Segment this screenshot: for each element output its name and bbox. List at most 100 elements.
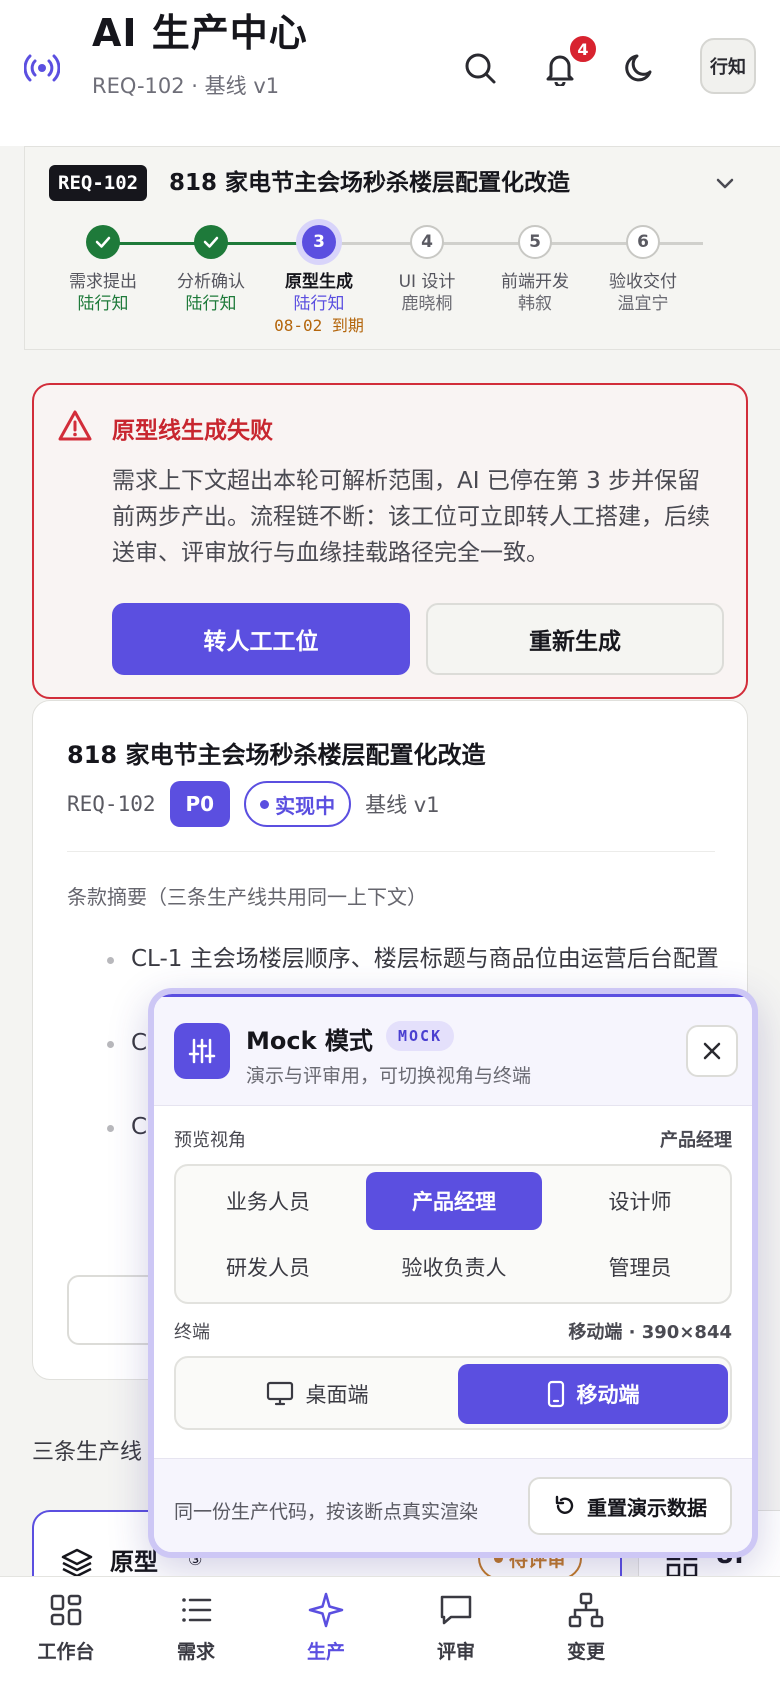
step-5[interactable]: 5 前端开发 韩叙	[475, 217, 595, 315]
role-option-designer[interactable]: 设计师	[552, 1172, 728, 1230]
check-icon	[86, 225, 120, 259]
status-badge: 实现中	[244, 781, 352, 827]
nav-label: 变更	[566, 1641, 605, 1663]
monitor-icon	[266, 1381, 293, 1406]
step-number: 4	[410, 225, 444, 259]
step-3[interactable]: 3 原型生成 陆行知 08-02 到期	[259, 217, 379, 337]
step-owner: 温宜宁	[617, 294, 669, 314]
dashboard-icon	[50, 1594, 82, 1626]
step-name: UI 设计	[398, 272, 456, 292]
nav-item-requirements[interactable]: 需求	[146, 1591, 246, 1664]
mock-badge: MOCK	[386, 1021, 455, 1051]
warning-icon	[58, 410, 92, 441]
close-icon	[703, 1042, 721, 1060]
step-owner: 陆行知	[185, 294, 237, 314]
search-icon	[465, 53, 496, 84]
nav-label: 评审	[436, 1641, 475, 1663]
view-section-value: 产品经理	[660, 1130, 732, 1151]
step-1[interactable]: 需求提出 陆行知	[43, 217, 163, 315]
role-option-business[interactable]: 业务人员	[180, 1172, 356, 1230]
divider	[67, 851, 715, 852]
terminal-option-mobile[interactable]: 移动端	[458, 1364, 728, 1424]
requirement-code-chip: REQ-102	[49, 165, 148, 201]
step-2[interactable]: 分析确认 陆行知	[151, 217, 271, 315]
step-name: 前端开发	[501, 272, 569, 292]
theme-toggle-button[interactable]	[614, 42, 666, 94]
mock-panel-header: Mock 模式 MOCK 演示与评审用，可切换视角与终端	[154, 994, 752, 1106]
nav-label: 工作台	[37, 1641, 95, 1663]
mock-panel-footer: 同一份生产代码，按该断点真实渲染 重置演示数据	[154, 1458, 752, 1552]
prototype-line-title: 原型	[110, 1548, 158, 1576]
regenerate-button[interactable]: 重新生成	[426, 603, 724, 675]
nav-item-production[interactable]: 生产	[276, 1591, 376, 1664]
role-option-admin[interactable]: 管理员	[552, 1238, 728, 1296]
role-option-product[interactable]: 产品经理	[366, 1172, 542, 1230]
mock-subtitle: 演示与评审用，可切换视角与终端	[246, 1065, 532, 1087]
footer-hint: 同一份生产代码，按该断点真实渲染	[174, 1501, 479, 1523]
notification-badge: 4	[568, 34, 598, 64]
step-name: 需求提出	[69, 272, 137, 292]
terminal-option-label: 桌面端	[305, 1383, 369, 1407]
nav-label: 生产	[306, 1641, 345, 1663]
terminal-option-label: 移动端	[576, 1383, 640, 1407]
role-option-developer[interactable]: 研发人员	[180, 1238, 356, 1296]
baseline-label: 基线 v1	[365, 793, 440, 817]
step-owner: 韩叙	[518, 294, 552, 314]
chevron-down-icon[interactable]	[713, 171, 737, 195]
generation-error-card: 原型线生成失败 需求上下文超出本轮可解析范围，AI 已停在第 3 步并保留前两步…	[32, 383, 748, 699]
detail-title: 818 家电节主会场秒杀楼层配置化改造	[67, 741, 486, 769]
manual-station-button[interactable]: 转人工工位	[112, 603, 410, 675]
app-header: AI 生产中心 REQ-102 · 基线 v1 4 行知	[0, 0, 780, 146]
step-number: 3	[302, 225, 336, 259]
terminal-section-label: 终端	[174, 1322, 210, 1343]
bottom-navigation: 工作台 需求 生产 评审 变更	[0, 1576, 780, 1688]
step-name: 原型生成	[285, 272, 353, 292]
page-subtitle: REQ-102 · 基线 v1	[92, 74, 280, 98]
status-text: 实现中	[275, 793, 336, 818]
workflow-stepper: 需求提出 陆行知 分析确认 陆行知 3 原型生成 陆行知 08-02 到期 4 …	[25, 217, 780, 347]
check-icon	[194, 225, 228, 259]
nav-item-dashboard[interactable]: 工作台	[16, 1591, 116, 1664]
nav-item-review[interactable]: 评审	[406, 1591, 506, 1664]
nav-label: 需求	[176, 1641, 215, 1663]
nav-item-changes[interactable]: 变更	[536, 1591, 636, 1664]
broadcast-icon	[24, 54, 60, 82]
step-4[interactable]: 4 UI 设计 鹿晓桐	[367, 217, 487, 315]
tree-icon	[568, 1592, 604, 1628]
terminal-selector: 桌面端 移动端	[174, 1356, 732, 1430]
step-number: 5	[518, 225, 552, 259]
terminal-option-desktop[interactable]: 桌面端	[182, 1364, 452, 1424]
terminal-section-value: 移动端 · 390×844	[568, 1322, 732, 1343]
phone-icon	[547, 1380, 564, 1408]
avatar[interactable]: 行知	[700, 38, 756, 94]
priority-badge: P0	[169, 781, 231, 827]
mock-title: Mock 模式	[246, 1027, 373, 1055]
search-button[interactable]	[454, 42, 506, 94]
chat-icon	[440, 1595, 472, 1625]
error-message: 需求上下文超出本轮可解析范围，AI 已停在第 3 步并保留前两步产出。流程链不断…	[112, 468, 710, 566]
step-6[interactable]: 6 验收交付 温宜宁	[583, 217, 703, 315]
list-icon	[182, 1598, 212, 1622]
page-title: AI 生产中心	[92, 11, 308, 55]
requirement-title: 818 家电节主会场秒杀楼层配置化改造	[169, 170, 571, 196]
status-dot	[260, 799, 270, 809]
summary-label: 条款摘要（三条生产线共用同一上下文）	[67, 885, 427, 909]
reset-icon	[555, 1495, 574, 1514]
production-lines-title: 三条生产线	[32, 1440, 143, 1465]
step-owner: 陆行知	[293, 294, 345, 314]
step-name: 分析确认	[177, 272, 245, 292]
error-title: 原型线生成失败	[112, 418, 273, 444]
view-section-label: 预览视角	[174, 1130, 246, 1151]
mock-mode-panel: Mock 模式 MOCK 演示与评审用，可切换视角与终端 预览视角 产品经理 业…	[148, 988, 758, 1558]
step-due-date: 08-02 到期	[274, 316, 364, 335]
step-owner: 鹿晓桐	[401, 294, 453, 314]
step-number: 6	[626, 225, 660, 259]
reset-demo-data-button[interactable]: 重置演示数据	[528, 1477, 732, 1535]
role-option-acceptance[interactable]: 验收负责人	[366, 1238, 542, 1296]
reset-label: 重置演示数据	[587, 1495, 707, 1520]
detail-code: REQ-102	[67, 792, 156, 816]
layers-icon	[61, 1548, 93, 1578]
detail-meta: REQ-102 P0 实现中 基线 v1	[67, 781, 440, 827]
close-button[interactable]	[686, 1025, 738, 1077]
step-name: 验收交付	[609, 272, 677, 292]
